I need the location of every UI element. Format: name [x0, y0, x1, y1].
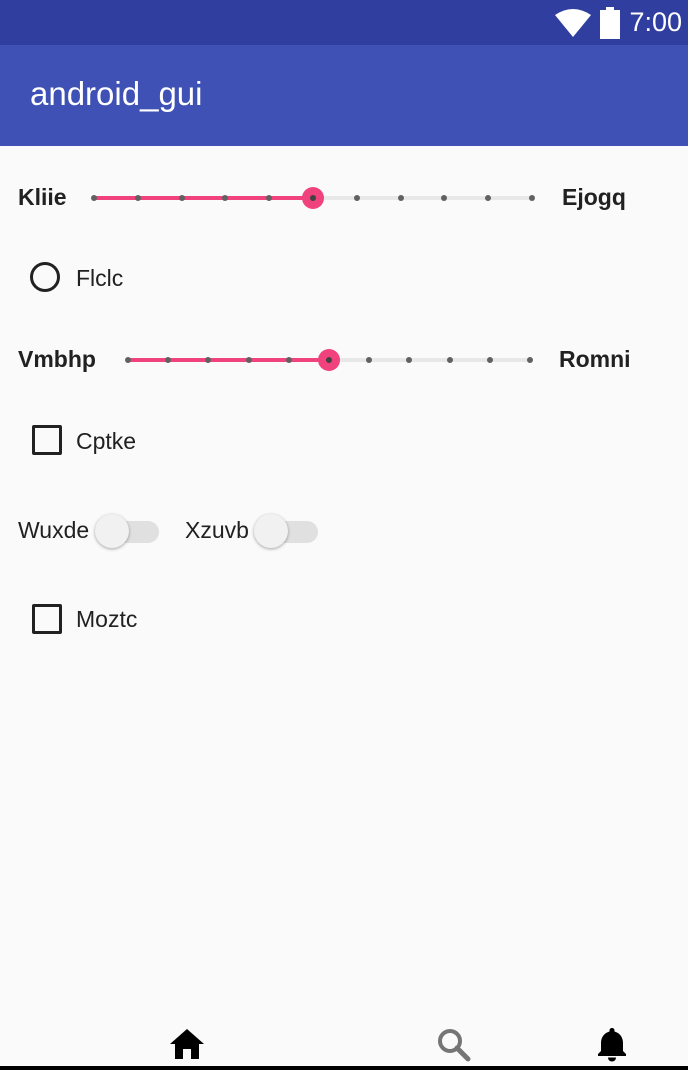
- checkbox-moztc[interactable]: [32, 604, 62, 634]
- status-time: 7:00: [629, 7, 682, 37]
- switch-wuxde-label: Wuxde: [18, 517, 90, 543]
- app-bar: android_gui: [0, 45, 688, 146]
- radio-flclc[interactable]: [30, 262, 60, 292]
- seekbar-1-right-label: Ejogq: [562, 184, 626, 210]
- seekbar-tick: [134, 195, 141, 201]
- seekbar-tick: [165, 357, 172, 363]
- seekbar-tick: [178, 195, 185, 201]
- seekbar-tick: [125, 357, 131, 363]
- seekbar-tick: [245, 357, 252, 363]
- seekbar-tick: [529, 195, 535, 201]
- seekbar-1-thumb[interactable]: [302, 187, 324, 209]
- seekbar-2[interactable]: [125, 348, 533, 372]
- seekbar-tick: [446, 357, 453, 363]
- wifi-icon: [555, 8, 592, 37]
- bell-icon[interactable]: [597, 1026, 627, 1062]
- radio-flclc-label[interactable]: Flclc: [76, 265, 123, 292]
- seekbar-tick: [366, 357, 373, 363]
- bottom-edge: [0, 1066, 688, 1070]
- seekbar-tick: [441, 195, 448, 201]
- seekbar-1-fill: [94, 196, 313, 200]
- seekbar-tick: [353, 195, 360, 201]
- status-icons: 7:00: [555, 0, 682, 45]
- seekbar-1[interactable]: [91, 186, 535, 210]
- switch-wuxde[interactable]: [93, 511, 159, 548]
- seekbar-2-right-label: Romni: [559, 346, 631, 372]
- switch-xzuvb-thumb[interactable]: [254, 514, 288, 548]
- seekbar-tick: [485, 195, 492, 201]
- switch-xzuvb[interactable]: [252, 511, 318, 548]
- seekbar-2-fill: [128, 358, 329, 362]
- seekbar-tick: [205, 357, 212, 363]
- switch-wuxde-thumb[interactable]: [95, 514, 129, 548]
- search-icon[interactable]: [436, 1027, 472, 1063]
- checkbox-cptke[interactable]: [32, 425, 62, 455]
- checkbox-moztc-label[interactable]: Moztc: [76, 606, 137, 633]
- home-icon[interactable]: [169, 1028, 205, 1060]
- seekbar-tick: [397, 195, 404, 201]
- seekbar-tick: [266, 195, 273, 201]
- battery-icon: [600, 6, 621, 39]
- seekbar-2-thumb[interactable]: [318, 349, 340, 371]
- seekbar-tick: [91, 195, 97, 201]
- seekbar-tick: [285, 357, 292, 363]
- switch-xzuvb-label: Xzuvb: [185, 517, 249, 543]
- seekbar-2-left-label: Vmbhp: [18, 346, 96, 372]
- app-title: android_gui: [30, 75, 203, 112]
- status-bar: 7:00: [0, 0, 688, 45]
- checkbox-cptke-label[interactable]: Cptke: [76, 428, 136, 455]
- seekbar-tick: [527, 357, 533, 363]
- seekbar-1-left-label: Kliie: [18, 184, 67, 210]
- seekbar-tick: [406, 357, 413, 363]
- seekbar-tick: [222, 195, 229, 201]
- seekbar-tick: [486, 357, 493, 363]
